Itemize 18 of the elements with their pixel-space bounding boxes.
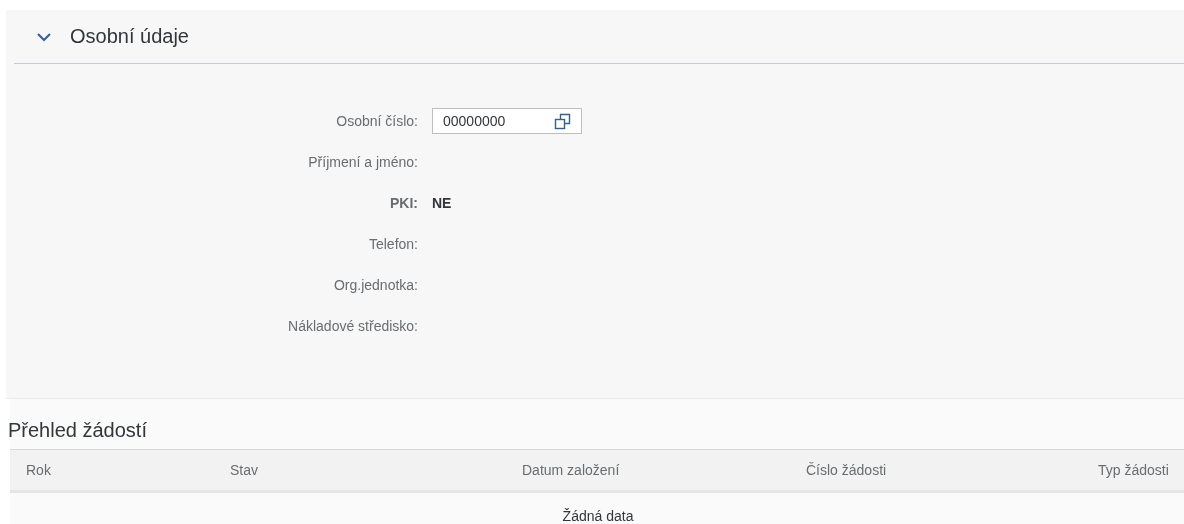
column-header[interactable]: Číslo žádosti xyxy=(806,462,1098,478)
input-field[interactable]: 00000000 xyxy=(432,108,582,134)
section-title: Osobní údaje xyxy=(70,25,189,48)
column-header[interactable]: Stav xyxy=(230,462,522,478)
field-label: Osobní číslo: xyxy=(336,113,418,129)
field-label: PKI: xyxy=(390,195,418,211)
field-label: Org.jednotka: xyxy=(333,277,418,293)
field-value: NE xyxy=(432,194,452,213)
chevron-icon[interactable] xyxy=(36,31,52,42)
field-label: Nákladové středisko: xyxy=(288,318,418,334)
column-header[interactable]: Datum založení xyxy=(522,462,806,478)
copy-icon[interactable] xyxy=(554,112,571,130)
table-title: Přehled žádostí xyxy=(8,418,148,443)
field-label: Příjmení a jméno: xyxy=(308,154,418,170)
column-header[interactable]: Typ žádosti xyxy=(1098,462,1184,478)
field-label: Telefon: xyxy=(368,236,418,252)
empty-message: Žádná data xyxy=(562,508,634,524)
column-header[interactable]: Rok xyxy=(26,462,230,478)
